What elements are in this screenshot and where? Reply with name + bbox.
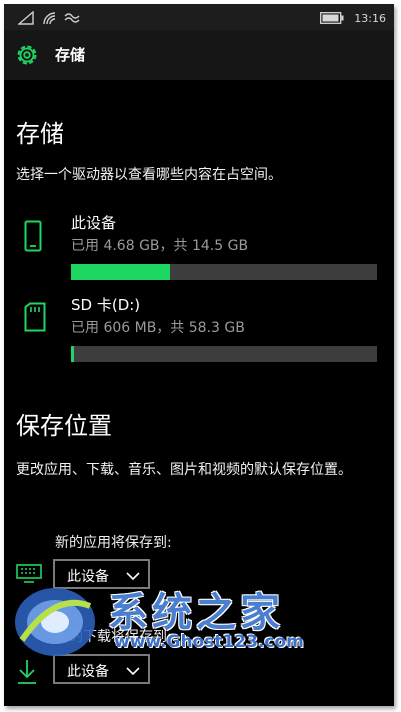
watermark-logo bbox=[10, 582, 100, 666]
wifi-icon bbox=[42, 10, 56, 29]
drive-usage-bar bbox=[71, 346, 377, 362]
gear-icon[interactable] bbox=[14, 42, 40, 72]
phone-screen: 13:16 存储 存储 选择一个驱动器以查看哪些内容在占空间。 此设备 已用 4… bbox=[4, 4, 394, 706]
watermark-text: 系统之家 bbox=[108, 590, 284, 636]
watermark-url: www.Ghost123.com bbox=[114, 632, 304, 652]
status-time: 13:16 bbox=[354, 12, 386, 25]
drive-usage: 已用 4.68 GB，共 14.5 GB bbox=[71, 238, 249, 254]
drive-name: SD 卡(D:) bbox=[71, 296, 141, 314]
apps-save-label: 新的应用将保存到: bbox=[55, 535, 172, 551]
status-icons-right: 13:16 bbox=[320, 9, 386, 28]
chevron-down-icon bbox=[126, 664, 140, 680]
save-location-description: 更改应用、下载、音乐、图片和视频的默认保存位置。 bbox=[16, 462, 352, 478]
storage-description: 选择一个驱动器以查看哪些内容在占空间。 bbox=[16, 167, 282, 183]
page-title: 存储 bbox=[55, 46, 86, 64]
drive-usage-fill bbox=[71, 346, 75, 362]
phone-icon bbox=[24, 220, 42, 256]
status-icons-left bbox=[17, 10, 80, 29]
drive-usage: 已用 606 MB，共 58.3 GB bbox=[71, 320, 245, 336]
signal-icon bbox=[17, 10, 34, 29]
sd-card-icon bbox=[24, 302, 46, 336]
data-signal-icon bbox=[64, 10, 80, 29]
status-bar: 13:16 bbox=[4, 4, 394, 30]
drive-name: 此设备 bbox=[71, 214, 117, 232]
drive-this-device[interactable]: 此设备 已用 4.68 GB，共 14.5 GB bbox=[4, 212, 394, 282]
drive-sd-card[interactable]: SD 卡(D:) 已用 606 MB，共 58.3 GB bbox=[4, 294, 394, 364]
drive-usage-fill bbox=[71, 264, 170, 280]
drive-usage-bar bbox=[71, 264, 377, 280]
battery-icon bbox=[320, 9, 344, 28]
save-location-heading: 保存位置 bbox=[16, 412, 112, 440]
page-header: 存储 bbox=[4, 30, 394, 80]
storage-heading: 存储 bbox=[16, 120, 64, 148]
